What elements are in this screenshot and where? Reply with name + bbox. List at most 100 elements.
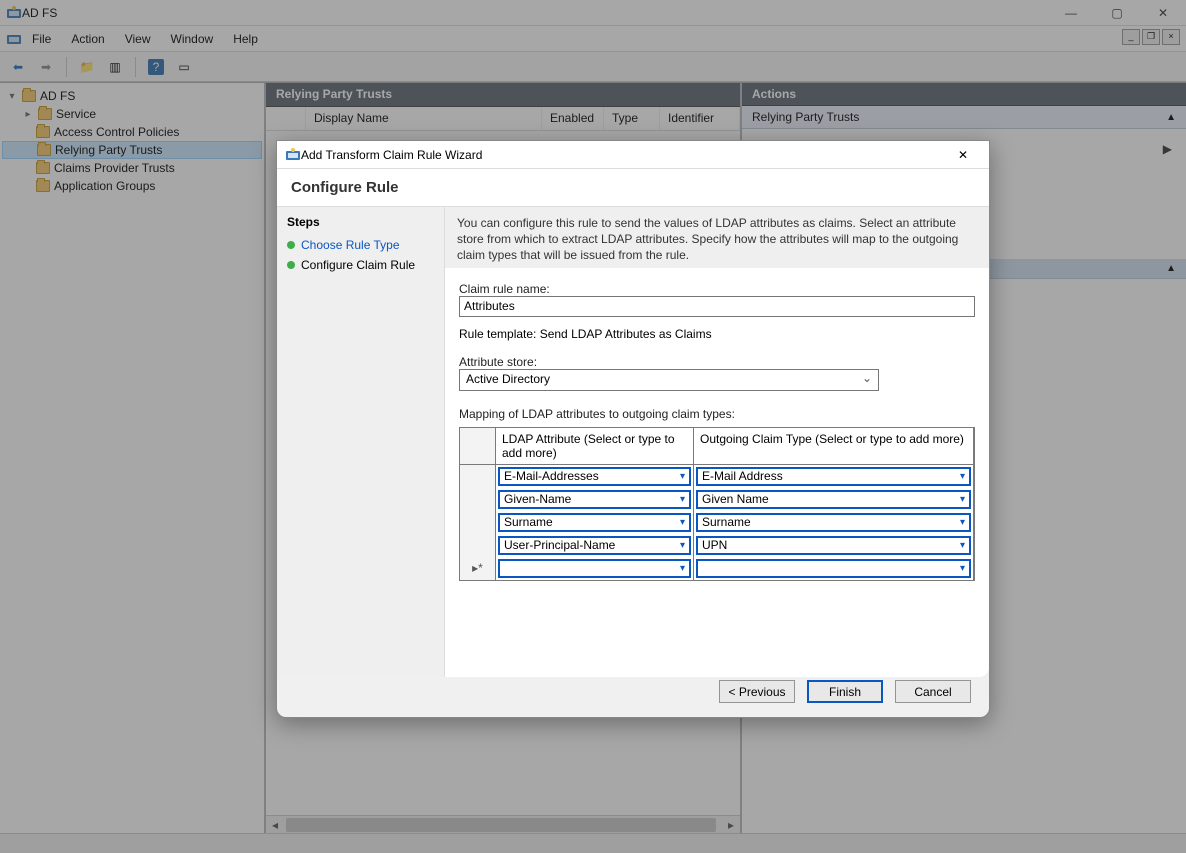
- tree-item-rpt[interactable]: Relying Party Trusts: [2, 141, 262, 159]
- mdi-restore-button[interactable]: ❐: [1142, 29, 1160, 45]
- wizard-header: Configure Rule: [277, 169, 989, 207]
- menu-help[interactable]: Help: [223, 29, 268, 49]
- chevron-down-icon: ▾: [960, 494, 965, 505]
- combo-value: User-Principal-Name: [504, 538, 615, 552]
- menu-view[interactable]: View: [115, 29, 161, 49]
- tree-item-label: Service: [56, 107, 96, 121]
- help-button[interactable]: ?: [144, 55, 168, 79]
- grid-col-claim[interactable]: Outgoing Claim Type (Select or type to a…: [694, 428, 974, 464]
- tree-item-acp[interactable]: Access Control Policies: [2, 123, 262, 141]
- claim-rule-wizard: Add Transform Claim Rule Wizard ✕ Config…: [276, 140, 990, 718]
- grid-col-ldap[interactable]: LDAP Attribute (Select or type to add mo…: [496, 428, 694, 464]
- wizard-close-button[interactable]: ✕: [945, 144, 981, 166]
- ldap-attr-combo-new[interactable]: ▾: [498, 559, 691, 578]
- scroll-thumb[interactable]: [286, 818, 716, 832]
- previous-button-label: < Previous: [728, 685, 785, 699]
- step-configure-claim-rule[interactable]: Configure Claim Rule: [287, 255, 434, 275]
- chevron-down-icon: ▾: [680, 494, 685, 505]
- tree-root[interactable]: ▾ AD FS: [2, 87, 262, 105]
- claim-type-combo[interactable]: Given Name▾: [696, 490, 971, 509]
- scroll-left-arrow-icon[interactable]: ◂: [266, 816, 284, 834]
- column-display-name[interactable]: Display Name: [306, 107, 542, 130]
- previous-button[interactable]: < Previous: [719, 680, 795, 703]
- center-title: Relying Party Trusts: [266, 83, 740, 107]
- tree-item-cpt[interactable]: Claims Provider Trusts: [2, 159, 262, 177]
- tree-expand-icon[interactable]: ▸: [22, 109, 34, 120]
- properties-button[interactable]: ▭: [172, 55, 196, 79]
- mdi-close-button[interactable]: ×: [1162, 29, 1180, 45]
- chevron-down-icon: ▾: [680, 540, 685, 551]
- claim-type-combo[interactable]: UPN ▾: [696, 536, 971, 555]
- up-level-button[interactable]: 📁: [75, 55, 99, 79]
- folder-icon: [37, 144, 51, 156]
- collapse-up-icon[interactable]: ▲: [1166, 112, 1176, 123]
- column-type[interactable]: Type: [604, 107, 660, 130]
- folder-icon: [36, 180, 50, 192]
- nav-back-button[interactable]: ⬅: [6, 55, 30, 79]
- column-enabled[interactable]: Enabled: [542, 107, 604, 130]
- window-icon: ▭: [178, 60, 189, 74]
- claim-type-combo-new[interactable]: ▾: [696, 559, 971, 578]
- chevron-right-icon[interactable]: ▶: [1163, 142, 1172, 156]
- cancel-button[interactable]: Cancel: [895, 680, 971, 703]
- column-identifier[interactable]: Identifier: [660, 107, 740, 130]
- tree-item-label: Relying Party Trusts: [55, 143, 162, 157]
- scroll-right-arrow-icon[interactable]: ▸: [722, 816, 740, 834]
- toolbar: ⬅ ➡ 📁 ▥ ? ▭: [0, 52, 1186, 82]
- rule-name-input[interactable]: [459, 296, 975, 317]
- step-choose-rule-type[interactable]: Choose Rule Type: [287, 235, 434, 255]
- tree-item-label: Access Control Policies: [54, 125, 179, 139]
- horizontal-scrollbar[interactable]: ◂ ▸: [266, 815, 740, 833]
- chevron-down-icon: ▾: [960, 471, 965, 482]
- window-minimize-button[interactable]: —: [1048, 0, 1094, 26]
- finish-button[interactable]: Finish: [807, 680, 883, 703]
- actions-group-rpt[interactable]: Relying Party Trusts ▲: [742, 106, 1186, 129]
- grid-new-row-marker[interactable]: ▸*: [460, 557, 496, 580]
- tree-item-service[interactable]: ▸ Service: [2, 105, 262, 123]
- adfs-app-icon: [6, 5, 22, 21]
- chevron-down-icon: ▾: [960, 540, 965, 551]
- combo-value: E-Mail Address: [702, 469, 783, 483]
- ldap-mapping-grid[interactable]: LDAP Attribute (Select or type to add mo…: [459, 427, 975, 581]
- step-label: Choose Rule Type: [301, 238, 400, 252]
- menu-file[interactable]: File: [22, 29, 61, 49]
- window-titlebar: AD FS — ▢ ✕: [0, 0, 1186, 26]
- tree-collapse-icon[interactable]: ▾: [6, 91, 18, 102]
- ldap-attr-combo[interactable]: Given-Name ▾: [498, 490, 691, 509]
- mdi-minimize-button[interactable]: _: [1122, 29, 1140, 45]
- nav-forward-button[interactable]: ➡: [34, 55, 58, 79]
- attribute-store-select[interactable]: Active Directory: [459, 369, 879, 391]
- combo-value: Given-Name: [504, 492, 571, 506]
- show-hide-tree-button[interactable]: ▥: [103, 55, 127, 79]
- claim-type-combo[interactable]: E-Mail Address ▾: [696, 467, 971, 486]
- ldap-attr-combo[interactable]: E-Mail-Addresses▾: [498, 467, 691, 486]
- combo-value: UPN: [702, 538, 727, 552]
- grid-rowhead[interactable]: [460, 534, 496, 557]
- folder-icon: [38, 108, 52, 120]
- combo-value: E-Mail-Addresses: [504, 469, 599, 483]
- panes-icon: ▥: [109, 60, 120, 74]
- folder-icon: [36, 126, 50, 138]
- wizard-title: Add Transform Claim Rule Wizard: [301, 148, 945, 162]
- menu-action[interactable]: Action: [61, 29, 114, 49]
- navigation-tree[interactable]: ▾ AD FS ▸ Service Access Control Policie…: [0, 83, 266, 833]
- toolbar-separator: [66, 57, 67, 77]
- window-close-button[interactable]: ✕: [1140, 0, 1186, 26]
- tree-root-label: AD FS: [40, 89, 75, 103]
- combo-value: Surname: [702, 515, 751, 529]
- menu-window[interactable]: Window: [161, 29, 224, 49]
- toolbar-separator-2: [135, 57, 136, 77]
- list-column-headers[interactable]: Display Name Enabled Type Identifier: [266, 107, 740, 131]
- grid-rowhead[interactable]: [460, 488, 496, 511]
- column-spacer: [266, 107, 306, 130]
- ldap-attr-combo[interactable]: User-Principal-Name ▾: [498, 536, 691, 555]
- finish-button-label: Finish: [829, 685, 861, 699]
- grid-rowhead[interactable]: [460, 465, 496, 488]
- claim-type-combo[interactable]: Surname▾: [696, 513, 971, 532]
- window-maximize-button[interactable]: ▢: [1094, 0, 1140, 26]
- tree-item-appgroups[interactable]: Application Groups: [2, 177, 262, 195]
- help-icon: ?: [148, 59, 164, 75]
- collapse-up-icon[interactable]: ▲: [1166, 263, 1176, 274]
- grid-rowhead[interactable]: [460, 511, 496, 534]
- ldap-attr-combo[interactable]: Surname▾: [498, 513, 691, 532]
